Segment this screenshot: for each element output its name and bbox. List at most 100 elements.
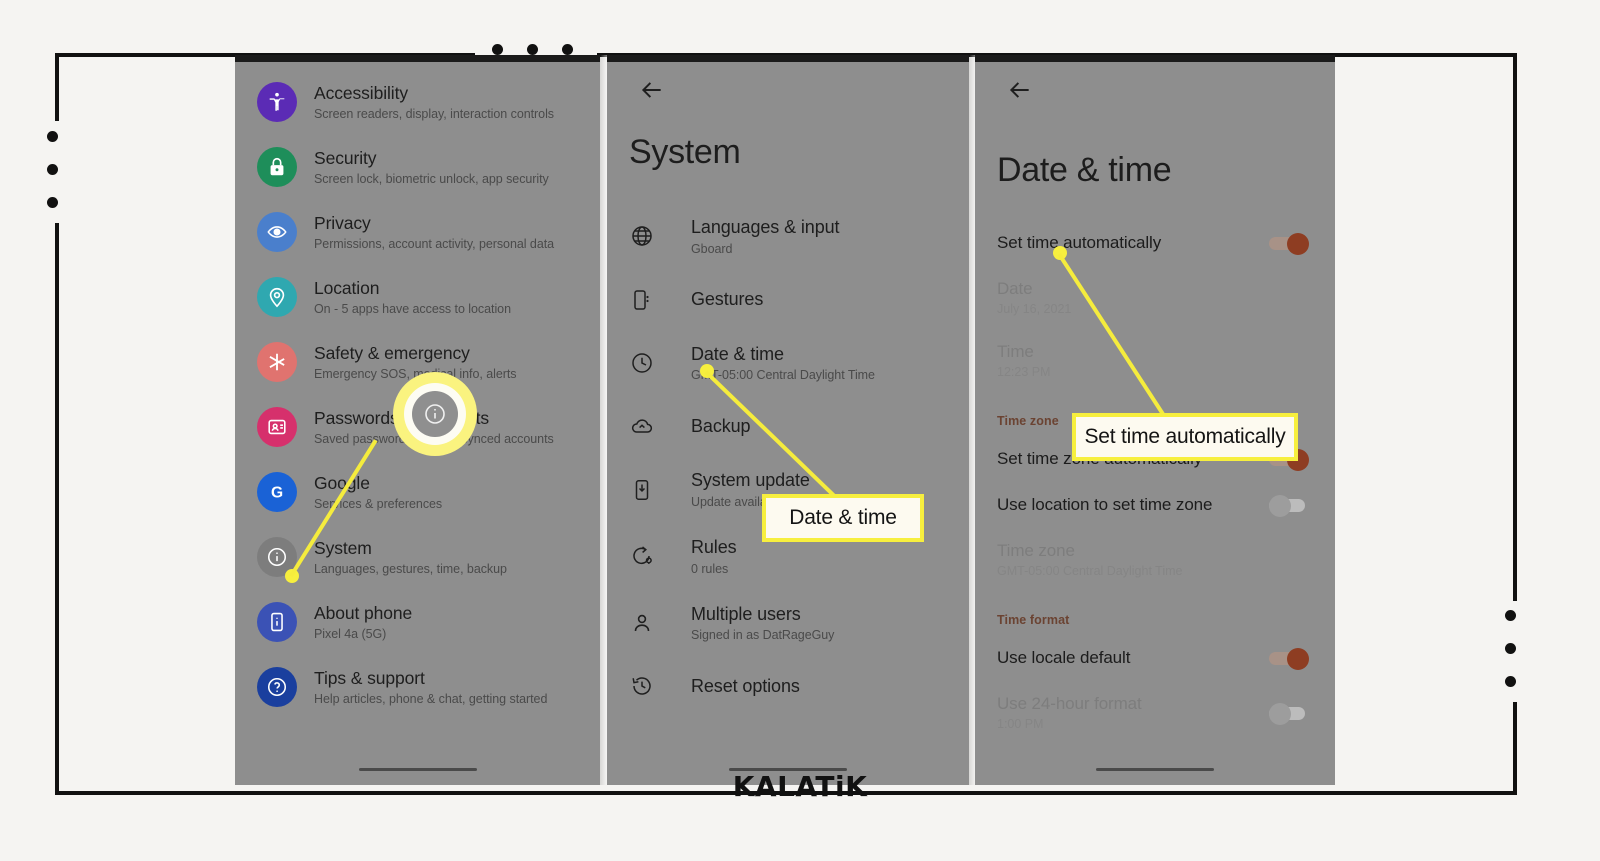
system-row-text: Date & time GMT-05:00 Central Daylight Ti… (691, 344, 951, 383)
system-row-title: Date & time (691, 343, 784, 364)
system-row-subtitle: Signed in as DatRageGuy (691, 628, 835, 643)
accessibility-icon (257, 81, 297, 122)
settings-row-subtitle: Screen readers, display, interaction con… (314, 106, 554, 121)
svg-text:G: G (271, 484, 283, 501)
pin-icon (257, 276, 297, 317)
settings-row-title: System (314, 537, 372, 558)
date-time-row-text: Set time automatically (997, 233, 1161, 253)
settings-row-text: System Languages, gestures, time, backup (314, 537, 582, 576)
back-arrow-icon[interactable] (1007, 77, 1033, 103)
settings-row-icon (257, 146, 297, 187)
settings-row-title: Accessibility (314, 82, 409, 103)
section-heading-time-format: Time format (997, 613, 1070, 627)
date-time-row-time: Time 12:23 PM (975, 329, 1335, 392)
password-card-icon (257, 406, 297, 447)
settings-row-title: Tips & support (314, 667, 425, 688)
system-row-text: Reset options (691, 676, 951, 697)
frame-left-upper-segment (55, 53, 59, 121)
system-row-text: Multiple users Signed in as DatRageGuy (691, 604, 951, 643)
settings-row-accessibility[interactable]: Accessibility Screen readers, display, in… (235, 69, 600, 134)
date-time-row-value: 1:00 PM (997, 717, 1044, 731)
question-icon (257, 666, 297, 707)
settings-row-security[interactable]: Security Screen lock, biometric unlock, a… (235, 134, 600, 199)
settings-row-text: Privacy Permissions, account activity, pe… (314, 212, 582, 251)
frame-top-dot-3 (562, 44, 573, 55)
settings-row-google[interactable]: G Google Services & preferences (235, 459, 600, 524)
callout-label-set-time: Set time automatically (1072, 413, 1298, 461)
date-time-row-value: GMT-05:00 Central Daylight Time (997, 564, 1183, 578)
date-time-row-use-24-hour-format[interactable]: Use 24-hour format 1:00 PM (975, 681, 1335, 744)
date-time-row-label: Use locale default (997, 648, 1131, 667)
toggle-use-location-to-set-time-zone[interactable] (1269, 495, 1309, 517)
status-bar (607, 55, 969, 62)
date-time-row-date: Date July 16, 2021 (975, 266, 1335, 329)
system-row-gestures[interactable]: Gestures (607, 270, 969, 330)
date-time-row-use-location-to-set-time-zone[interactable]: Use location to set time zone (975, 482, 1335, 528)
date-time-row-text: Use 24-hour format 1:00 PM (997, 694, 1142, 731)
date-time-row-value: July 16, 2021 (997, 302, 1072, 316)
settings-row-text: Security Screen lock, biometric unlock, a… (314, 147, 582, 186)
system-row-text: Rules 0 rules (691, 537, 951, 576)
toggle-use-locale-default[interactable] (1269, 648, 1309, 670)
toggle-set-time-automatically[interactable] (1269, 233, 1309, 255)
lock-icon (257, 146, 297, 187)
date-time-row-set-time-automatically[interactable]: Set time automatically (975, 220, 1335, 266)
date-time-row-label: Time (997, 342, 1034, 361)
system-row-backup[interactable]: Backup (607, 396, 969, 456)
settings-row-icon: G (257, 471, 297, 512)
settings-row-subtitle: Languages, gestures, time, backup (314, 561, 507, 576)
date-time-row-label: Time zone (997, 541, 1075, 560)
system-row-multiple-users[interactable]: Multiple users Signed in as DatRageGuy (607, 590, 969, 657)
settings-row-icon (257, 666, 297, 707)
date-time-row-label: Date (997, 279, 1033, 298)
system-row-title: Multiple users (691, 603, 801, 624)
system-update-icon (629, 477, 655, 503)
system-row-title: Reset options (691, 676, 800, 697)
frame-right-dot-1 (1505, 610, 1516, 621)
settings-row-subtitle: Screen lock, biometric unlock, app secur… (314, 171, 549, 186)
settings-row-text: Location On - 5 apps have access to locat… (314, 277, 582, 316)
settings-row-title: Privacy (314, 212, 371, 233)
settings-row-icon (257, 276, 297, 317)
system-row-title: Gestures (691, 289, 764, 310)
date-time-row-time-zone: Time zone GMT-05:00 Central Daylight Time (975, 528, 1335, 591)
clock-icon (629, 350, 655, 376)
settings-row-tips-support[interactable]: Tips & support Help articles, phone & cha… (235, 654, 600, 719)
system-row-date-time[interactable]: Date & time GMT-05:00 Central Daylight Ti… (607, 330, 969, 397)
settings-row-location[interactable]: Location On - 5 apps have access to locat… (235, 264, 600, 329)
date-time-row-use-locale-default[interactable]: Use locale default (975, 635, 1335, 681)
toggle-knob (1287, 233, 1309, 255)
settings-row-text: About phone Pixel 4a (5G) (314, 602, 582, 641)
home-indicator[interactable] (1096, 768, 1214, 771)
back-arrow-icon[interactable] (639, 77, 665, 103)
home-indicator[interactable] (358, 768, 477, 771)
settings-row-subtitle: On - 5 apps have access to location (314, 301, 511, 316)
system-row-languages-input[interactable]: Languages & input Gboard (607, 203, 969, 270)
settings-row-title: About phone (314, 602, 413, 623)
frame-right-dot-2 (1505, 643, 1516, 654)
system-row-title: Backup (691, 416, 751, 437)
date-time-row-text: Date July 16, 2021 (997, 279, 1071, 316)
toggle-use-24-hour-format[interactable] (1269, 702, 1309, 725)
system-row-reset-options[interactable]: Reset options (607, 656, 969, 716)
frame-left-lower-segment (55, 223, 59, 795)
system-row-title: Languages & input (691, 217, 840, 237)
frame-top-dot-1 (492, 44, 503, 55)
status-bar (235, 55, 600, 62)
settings-row-privacy[interactable]: Privacy Permissions, account activity, pe… (235, 199, 600, 264)
settings-row-icon (257, 341, 297, 382)
asterisk-icon (257, 341, 297, 382)
frame-left-dot-2 (47, 164, 58, 175)
settings-row-icon (257, 211, 297, 252)
system-row-text: Backup (691, 416, 951, 437)
system-row-text: Languages & input Gboard (691, 217, 951, 256)
frame-right-dot-3 (1505, 676, 1516, 687)
phone-screen-system: System Languages & input Gboard Gestures Da… (607, 55, 969, 785)
settings-row-text: Accessibility Screen readers, display, in… (314, 82, 582, 121)
system-rows: Languages & input Gboard Gestures Date & ti… (607, 203, 969, 716)
settings-row-about-phone[interactable]: About phone Pixel 4a (5G) (235, 589, 600, 654)
date-time-rows: Set time automatically Date July 16, 2021 T… (975, 220, 1335, 744)
settings-row-text: Tips & support Help articles, phone & cha… (314, 667, 582, 706)
tap-target-system[interactable] (393, 372, 477, 456)
frame-left-dot-1 (47, 131, 58, 142)
